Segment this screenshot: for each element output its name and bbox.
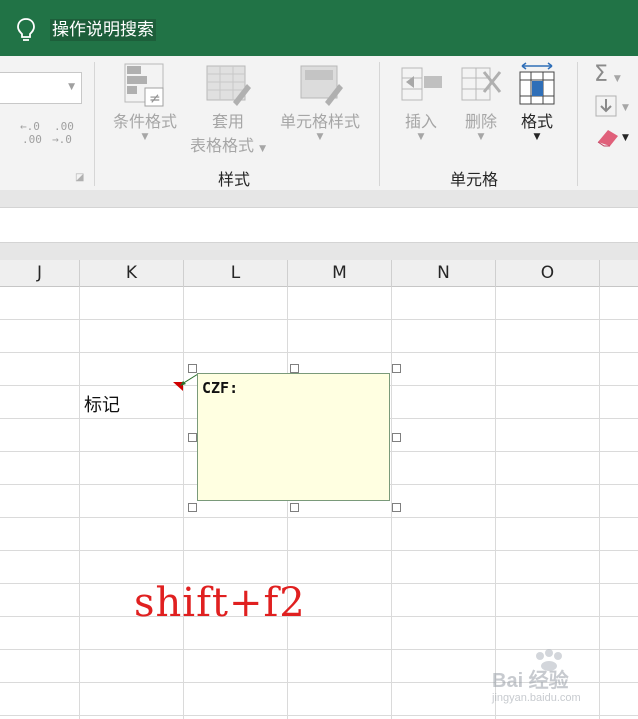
fill-down-icon: ▼ bbox=[595, 95, 629, 117]
chevron-down-icon: ▼ bbox=[316, 132, 324, 142]
decrease-decimal-button[interactable]: .00 →.0 bbox=[52, 120, 78, 149]
grid-line bbox=[0, 550, 638, 551]
number-format-dropdown[interactable]: ▼ bbox=[0, 72, 82, 104]
fill-button[interactable]: ▼ bbox=[594, 94, 634, 122]
format-as-table-label-2: 表格格式 ▼ bbox=[189, 136, 267, 155]
watermark-url: jingyan.baidu.com bbox=[492, 692, 581, 704]
title-bar: 操作说明搜索 bbox=[0, 0, 638, 56]
chevron-down-icon: ▼ bbox=[68, 82, 75, 92]
ribbon: ▼ ←.0 .00 .00 →.0 ◪ ≠ 条件格式 ▼ 套用 表格格式 ▼ 单… bbox=[0, 56, 638, 190]
svg-text:.00: .00 bbox=[54, 120, 74, 133]
chevron-down-icon: ▼ bbox=[141, 132, 149, 142]
insert-cells-icon bbox=[401, 67, 442, 101]
svg-text:→.0: →.0 bbox=[52, 133, 72, 146]
delete-cells-button[interactable]: 删除 ▼ bbox=[454, 62, 508, 142]
grid-line bbox=[0, 319, 638, 320]
sum-icon: Σ bbox=[594, 62, 608, 87]
group-separator bbox=[577, 62, 578, 186]
format-label: 格式 bbox=[520, 112, 553, 131]
column-header-m[interactable]: M bbox=[288, 260, 392, 287]
column-header-o[interactable]: O bbox=[496, 260, 600, 287]
grid-line bbox=[0, 517, 638, 518]
formula-bar-gap bbox=[0, 243, 638, 260]
insert-label: 插入 bbox=[404, 112, 437, 131]
svg-text:≠: ≠ bbox=[149, 91, 161, 107]
cell-styles-button[interactable]: 单元格样式 ▼ bbox=[272, 62, 368, 142]
cell-styles-icon bbox=[300, 65, 343, 106]
delete-label: 删除 bbox=[464, 112, 497, 131]
group-separator bbox=[379, 62, 380, 186]
conditional-formatting-label: 条件格式 bbox=[112, 112, 177, 131]
column-headers: J K L M N O bbox=[0, 260, 638, 287]
chevron-down-icon: ▼ bbox=[417, 132, 425, 142]
watermark-brand: Bai 经验 bbox=[492, 670, 569, 692]
column-header-l[interactable]: L bbox=[184, 260, 288, 287]
ribbon-bottom-gap bbox=[0, 190, 638, 207]
styles-group-label: 样式 bbox=[218, 170, 251, 189]
resize-handle[interactable] bbox=[392, 433, 401, 442]
resize-handle[interactable] bbox=[392, 364, 401, 373]
format-as-table-label-1: 套用 bbox=[211, 112, 244, 131]
grid-line bbox=[0, 352, 638, 353]
shortcut-annotation: shift+f2 bbox=[134, 580, 306, 626]
resize-handle[interactable] bbox=[392, 503, 401, 512]
conditional-formatting-button[interactable]: ≠ 条件格式 ▼ bbox=[104, 62, 186, 142]
format-cells-icon bbox=[519, 62, 555, 105]
column-header-k[interactable]: K bbox=[80, 260, 184, 287]
svg-text:←.0: ←.0 bbox=[20, 120, 40, 133]
cell-k-marker-text[interactable]: 标记 bbox=[84, 391, 120, 417]
group-separator bbox=[94, 62, 95, 186]
formula-bar[interactable] bbox=[0, 207, 638, 243]
cells-group-label: 单元格 bbox=[450, 170, 499, 189]
column-header-j[interactable]: J bbox=[0, 260, 80, 287]
svg-text:.00: .00 bbox=[22, 133, 42, 146]
column-header-n[interactable]: N bbox=[392, 260, 496, 287]
format-cells-button[interactable]: 格式 ▼ bbox=[510, 62, 564, 142]
delete-cells-icon bbox=[461, 67, 502, 101]
svg-text:▼: ▼ bbox=[622, 103, 629, 113]
resize-handle[interactable] bbox=[290, 364, 299, 373]
chevron-down-icon: ▼ bbox=[613, 74, 621, 84]
insert-cells-button[interactable]: 插入 ▼ bbox=[394, 62, 448, 142]
resize-handle[interactable] bbox=[188, 364, 197, 373]
chevron-down-icon: ▼ bbox=[477, 132, 485, 142]
tell-me-search[interactable]: 操作说明搜索 bbox=[50, 19, 156, 41]
lightbulb-icon bbox=[17, 18, 35, 41]
decrease-decimal-icon: .00 →.0 bbox=[52, 120, 74, 146]
autosum-button[interactable]: Σ ▼ bbox=[594, 62, 621, 87]
resize-handle[interactable] bbox=[188, 503, 197, 512]
increase-decimal-button[interactable]: ←.0 .00 bbox=[20, 120, 46, 149]
format-as-table-icon bbox=[206, 65, 251, 106]
dialog-launcher-icon[interactable]: ◪ bbox=[75, 172, 84, 183]
chevron-down-icon: ▼ bbox=[533, 132, 541, 142]
grid-line bbox=[0, 583, 638, 584]
chevron-down-icon: ▼ bbox=[259, 144, 267, 154]
comment-box[interactable]: CZF: bbox=[197, 373, 390, 501]
grid-line bbox=[0, 715, 638, 716]
baidu-watermark: Bai 经验 jingyan.baidu.com bbox=[492, 648, 632, 708]
cell-styles-label: 单元格样式 bbox=[279, 112, 360, 131]
resize-handle[interactable] bbox=[188, 433, 197, 442]
increase-decimal-icon: ←.0 .00 bbox=[20, 120, 42, 146]
resize-handle[interactable] bbox=[290, 503, 299, 512]
clear-button[interactable]: ▼ bbox=[594, 124, 634, 152]
conditional-formatting-icon: ≠ bbox=[124, 63, 164, 107]
comment-author[interactable]: CZF: bbox=[202, 379, 238, 397]
eraser-icon: ▼ bbox=[597, 130, 629, 147]
format-as-table-button[interactable]: 套用 表格格式 ▼ bbox=[182, 62, 274, 156]
svg-text:▼: ▼ bbox=[622, 133, 629, 143]
grid-line bbox=[0, 616, 638, 617]
